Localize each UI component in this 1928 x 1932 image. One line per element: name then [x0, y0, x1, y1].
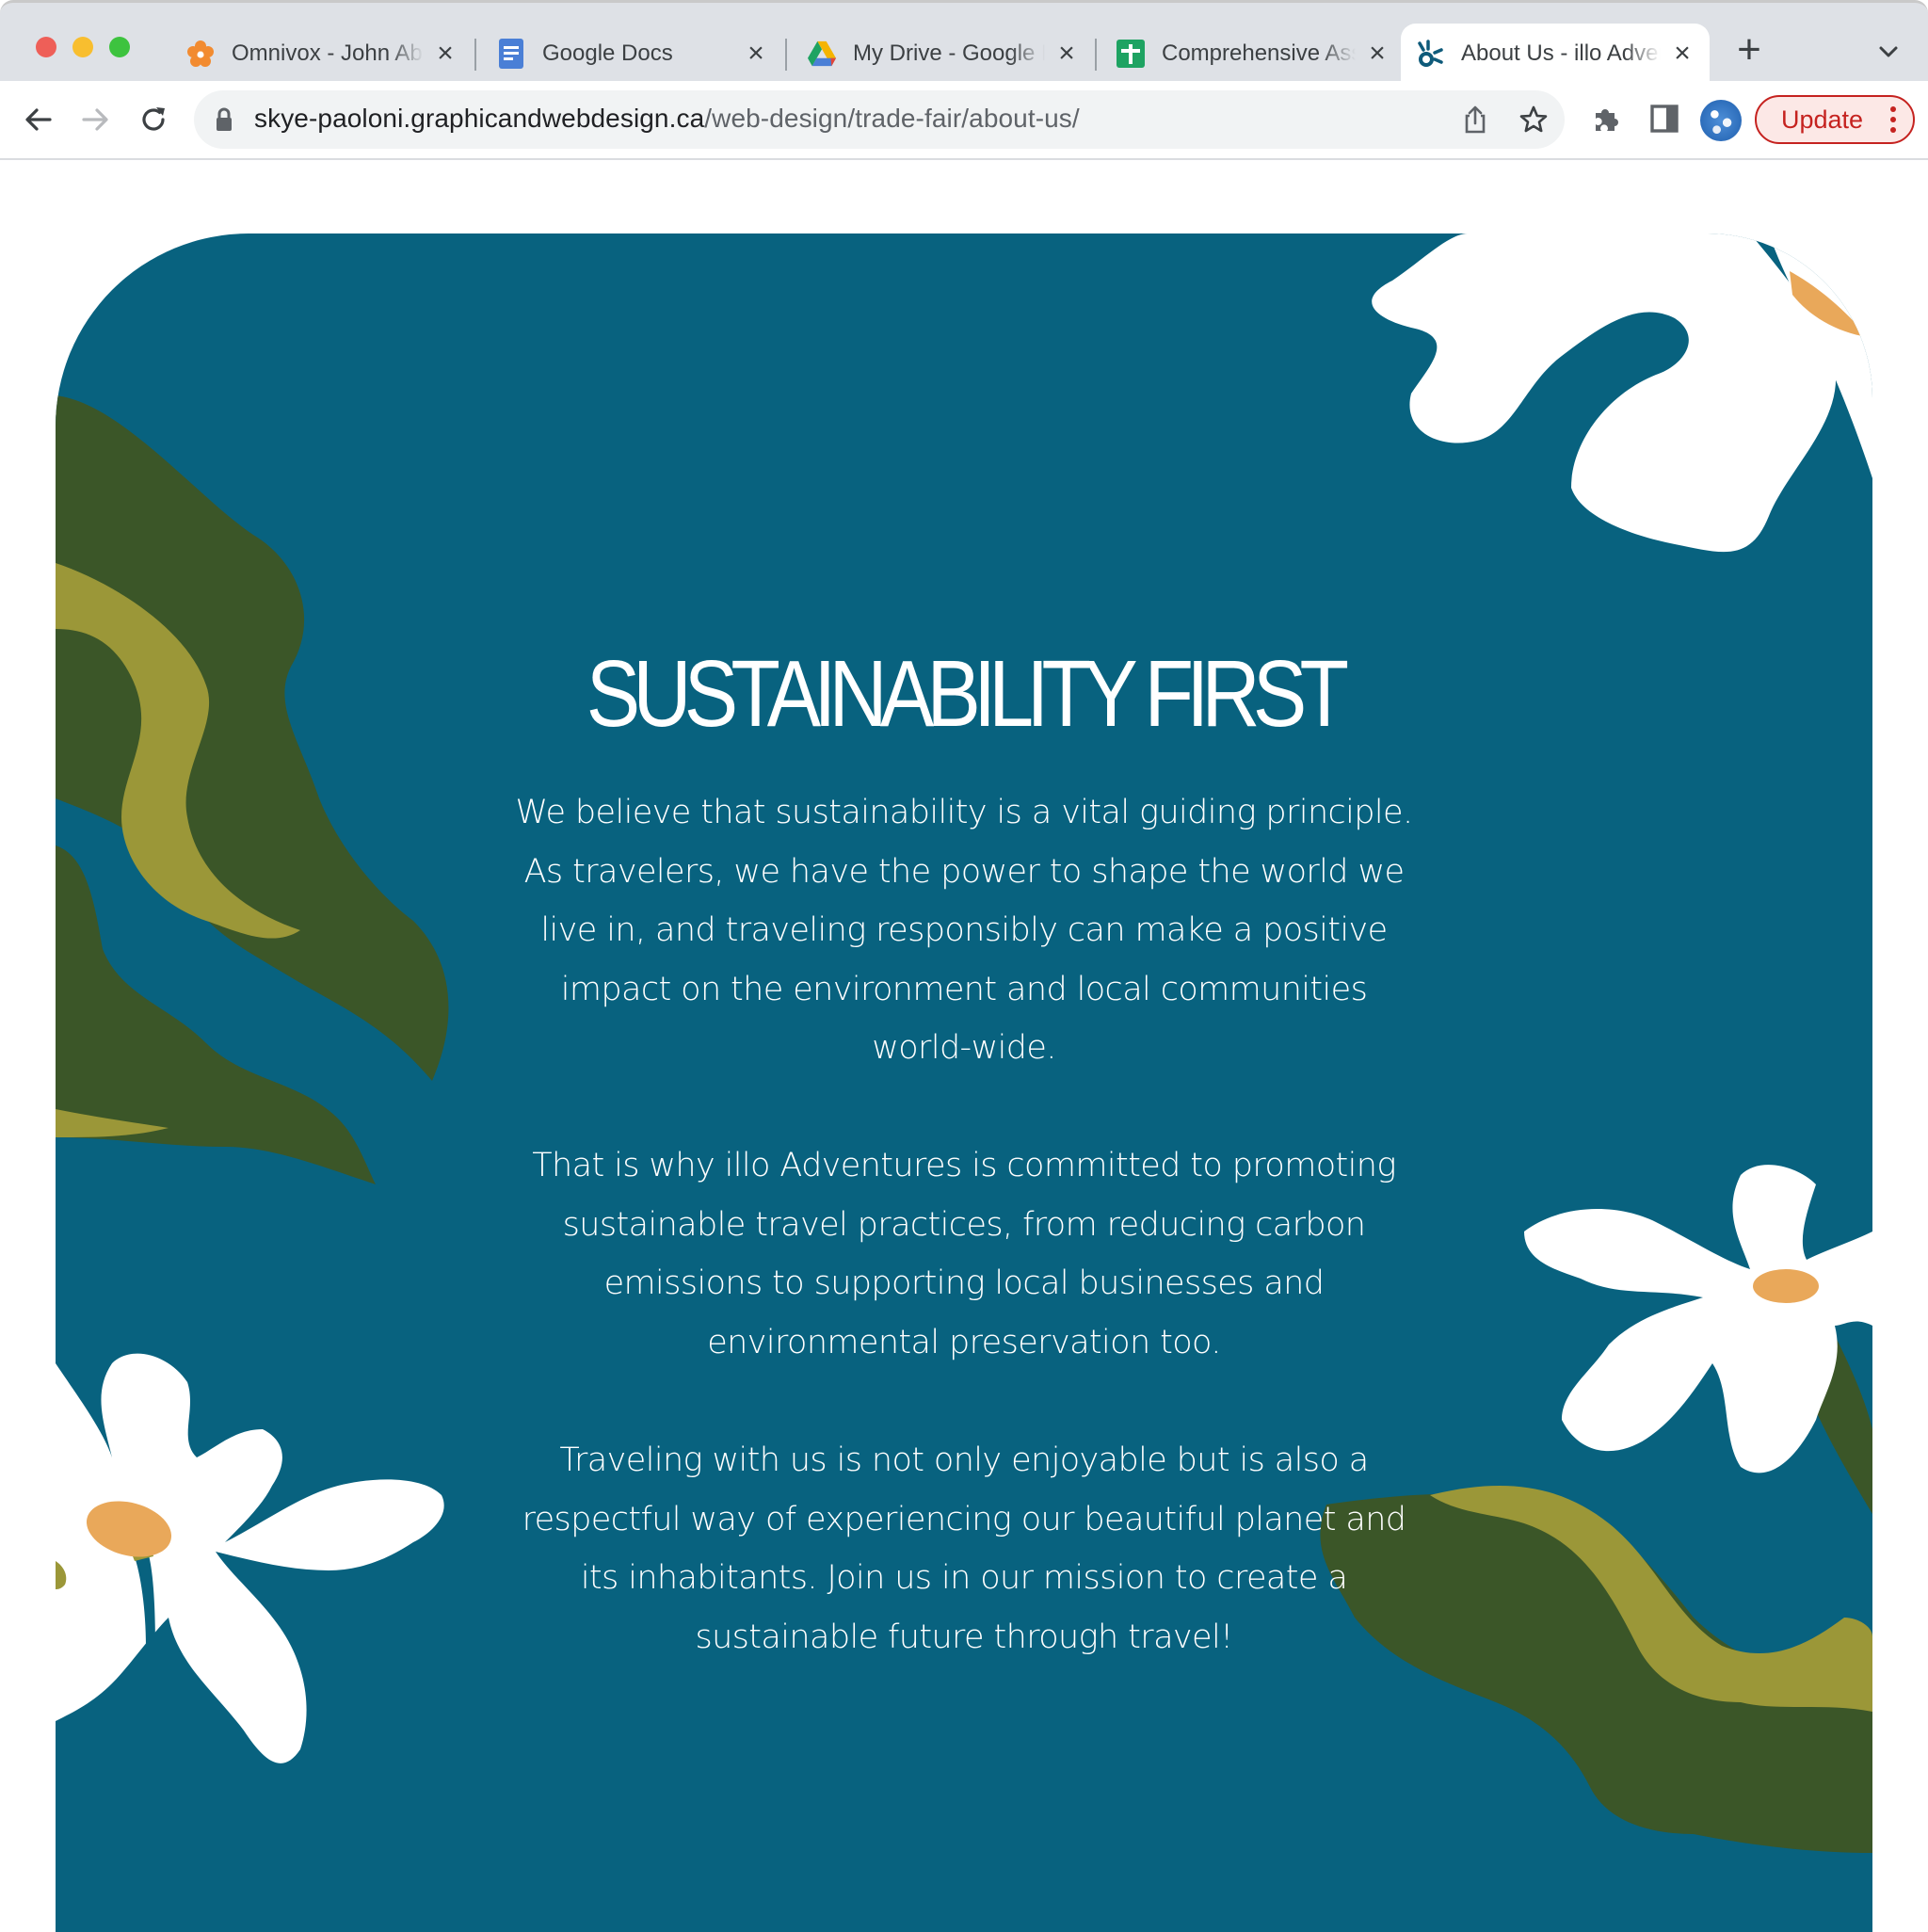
close-tab-icon[interactable]: × — [433, 40, 458, 68]
bottom-left-flower-petals — [56, 1353, 444, 1763]
profile-avatar[interactable] — [1700, 100, 1742, 141]
tab-separator — [474, 39, 476, 71]
tab-search-chevron-icon[interactable] — [1873, 37, 1904, 67]
top-right-petal — [1372, 233, 1837, 553]
illo-logo-icon — [1416, 40, 1444, 68]
paragraph-line: We believe that sustainability is a vita… — [515, 794, 1413, 831]
close-tab-icon[interactable]: × — [1365, 40, 1390, 68]
paragraph-line: That is why illo Adventures is committed… — [532, 1147, 1396, 1184]
paragraph-line: sustainable travel practices, from reduc… — [562, 1205, 1366, 1244]
update-label: Update — [1781, 105, 1864, 134]
tab-separator — [1095, 39, 1097, 71]
tab-title: Comprehensive Assignment — [1162, 40, 1356, 66]
tab-comprehensive-assignment[interactable]: Comprehensive Assignment × — [1101, 24, 1405, 84]
omnivox-flower-icon — [186, 40, 215, 68]
right-flower-petals — [1524, 1165, 1872, 1473]
paragraph-line: emissions to supporting local businesses… — [603, 1264, 1325, 1302]
back-arrow-icon[interactable] — [19, 100, 58, 139]
url-host: skye-paoloni.graphicandwebdesign.ca — [254, 104, 705, 133]
sustainability-section: SUSTAINABILITY FIRST We believe that sus… — [56, 233, 1872, 1932]
share-icon[interactable] — [1459, 104, 1491, 136]
window-minimize-button[interactable] — [72, 37, 93, 57]
paragraph-line: impact on the environment and local comm… — [560, 970, 1368, 1008]
paragraph-line: world-wide. — [872, 1029, 1056, 1067]
window-zoom-button[interactable] — [109, 37, 130, 57]
tab-google-docs[interactable]: Google Docs × — [482, 24, 783, 84]
paragraph-line: As travelers, we have the power to shape… — [523, 852, 1405, 891]
bookmark-star-icon[interactable] — [1518, 104, 1550, 136]
close-tab-icon[interactable]: × — [744, 40, 768, 68]
close-tab-icon[interactable]: × — [1670, 40, 1695, 68]
google-drive-icon — [808, 40, 836, 68]
paragraph-line: Traveling with us is not only enjoyable … — [559, 1441, 1369, 1479]
tab-about-us[interactable]: About Us - illo Adventures × — [1401, 24, 1710, 84]
url-text[interactable]: skye-paoloni.graphicandwebdesign.ca/web-… — [254, 104, 1080, 134]
close-tab-icon[interactable]: × — [1054, 40, 1079, 68]
section-heading: SUSTAINABILITY FIRST — [586, 641, 1349, 747]
new-tab-button[interactable]: + — [1730, 29, 1768, 71]
tab-separator — [785, 39, 787, 71]
update-chrome-button[interactable]: Update — [1755, 95, 1915, 144]
lock-icon[interactable] — [215, 107, 233, 137]
tab-title: My Drive - Google Drive — [853, 40, 1045, 66]
paragraph-line: sustainable future through travel! — [695, 1618, 1233, 1656]
tab-strip: Omnivox - John Abbott College × Google D… — [0, 0, 1928, 84]
reload-icon[interactable] — [134, 100, 173, 139]
extensions-puzzle-icon[interactable] — [1587, 100, 1625, 137]
window-close-button[interactable] — [36, 37, 56, 57]
google-docs-icon — [497, 39, 525, 69]
forward-arrow-icon[interactable] — [75, 100, 115, 139]
google-sheets-icon — [1117, 40, 1145, 68]
paragraph-line: respectful way of experiencing our beaut… — [522, 1500, 1406, 1538]
more-menu-icon[interactable] — [1890, 106, 1896, 135]
paragraph-commitment: That is why illo Adventures is committed… — [470, 1136, 1458, 1372]
toolbar: skye-paoloni.graphicandwebdesign.ca/web-… — [0, 81, 1928, 160]
tab-title: Omnivox - John Abbott College — [232, 40, 424, 66]
paragraph-sustainability-principle: We believe that sustainability is a vita… — [470, 783, 1458, 1078]
tab-title: Google Docs — [542, 40, 673, 66]
paragraph-mission: Traveling with us is not only enjoyable … — [470, 1431, 1458, 1666]
side-panel-icon[interactable] — [1646, 100, 1683, 137]
address-bar[interactable]: skye-paoloni.graphicandwebdesign.ca/web-… — [194, 90, 1565, 149]
tab-my-drive[interactable]: My Drive - Google Drive × — [793, 24, 1094, 84]
botanical-illustration — [56, 233, 1872, 1853]
tab-omnivox[interactable]: Omnivox - John Abbott College × — [171, 24, 473, 84]
paragraph-line: its inhabitants. Join us in our mission … — [580, 1559, 1348, 1597]
tab-title: About Us - illo Adventures — [1461, 40, 1661, 66]
paragraph-line: live in, and traveling responsibly can m… — [540, 911, 1388, 949]
right-flower-center — [1753, 1269, 1819, 1303]
paragraph-line: environmental preservation too. — [707, 1323, 1221, 1361]
url-path: /web-design/trade-fair/about-us/ — [704, 104, 1080, 133]
